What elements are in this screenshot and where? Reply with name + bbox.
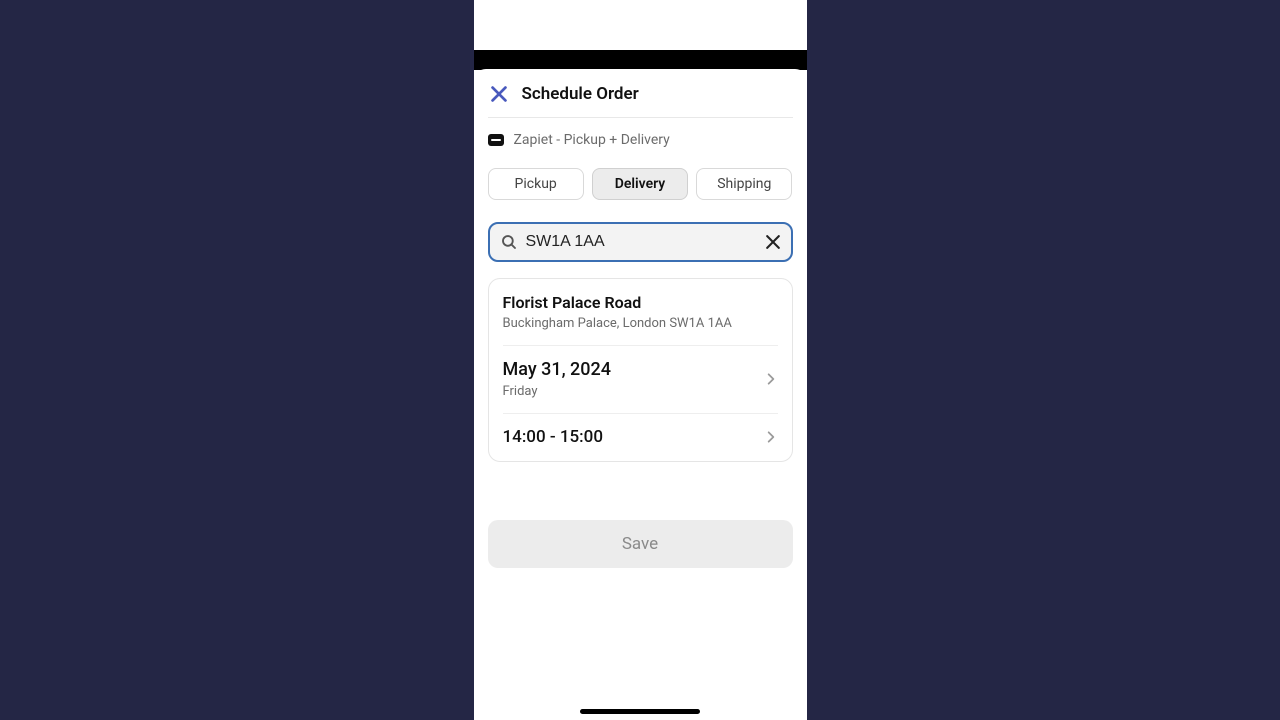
location-row: Florist Palace Road Buckingham Palace, L… bbox=[489, 279, 792, 345]
postcode-search[interactable] bbox=[488, 222, 793, 262]
tab-delivery[interactable]: Delivery bbox=[592, 168, 688, 200]
chevron-right-icon bbox=[764, 430, 778, 444]
schedule-order-sheet: Schedule Order Zapiet - Pickup + Deliver… bbox=[474, 69, 807, 720]
sheet-header: Schedule Order bbox=[474, 69, 807, 117]
provider-row: Zapiet - Pickup + Delivery bbox=[474, 118, 807, 152]
home-indicator[interactable] bbox=[580, 709, 700, 714]
sheet-title: Schedule Order bbox=[522, 84, 639, 104]
phone-top-spacer bbox=[474, 0, 807, 50]
date-row[interactable]: May 31, 2024 Friday bbox=[489, 345, 792, 413]
search-icon bbox=[500, 233, 518, 251]
location-address: Buckingham Palace, London SW1A 1AA bbox=[503, 316, 778, 331]
time-row[interactable]: 14:00 - 15:00 bbox=[489, 413, 792, 461]
provider-name: Zapiet - Pickup + Delivery bbox=[514, 132, 670, 148]
search-wrap bbox=[488, 222, 793, 262]
save-button[interactable]: Save bbox=[488, 520, 793, 568]
details-card: Florist Palace Road Buckingham Palace, L… bbox=[488, 278, 793, 462]
tab-pickup[interactable]: Pickup bbox=[488, 168, 584, 200]
close-icon[interactable] bbox=[488, 83, 510, 105]
phone-top-bar bbox=[474, 50, 807, 70]
date-value: May 31, 2024 bbox=[503, 359, 778, 380]
fulfillment-tabs: Pickup Delivery Shipping bbox=[474, 152, 807, 212]
provider-icon bbox=[488, 134, 504, 146]
phone-frame: Schedule Order Zapiet - Pickup + Deliver… bbox=[474, 0, 807, 720]
chevron-right-icon bbox=[764, 372, 778, 386]
time-value: 14:00 - 15:00 bbox=[503, 427, 778, 447]
tab-shipping[interactable]: Shipping bbox=[696, 168, 792, 200]
clear-icon[interactable] bbox=[763, 232, 783, 252]
date-day: Friday bbox=[503, 384, 778, 399]
postcode-input[interactable] bbox=[526, 233, 763, 251]
location-name: Florist Palace Road bbox=[503, 293, 778, 312]
